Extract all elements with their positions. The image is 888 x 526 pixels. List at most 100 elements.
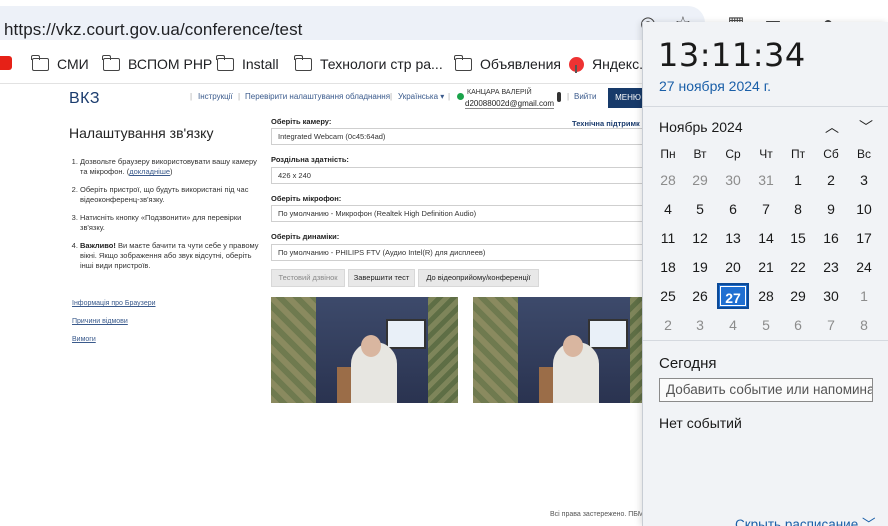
hide-schedule-label: Скрыть расписание	[735, 517, 859, 526]
calendar-day[interactable]: 7	[815, 312, 847, 338]
calendar-day[interactable]: 1	[848, 283, 880, 309]
step-text: )	[170, 167, 173, 176]
folder-icon	[454, 54, 472, 71]
requirements-link[interactable]: Вимоги	[72, 336, 96, 343]
calendar-day[interactable]: 6	[782, 312, 814, 338]
remote-video	[473, 297, 660, 403]
calendar-day[interactable]: 23	[815, 254, 847, 280]
current-date-link[interactable]: 27 ноября 2024 г.	[659, 78, 771, 94]
site-logo[interactable]: ВКЗ	[69, 90, 100, 108]
weekday-label: Вт	[693, 147, 707, 161]
calendar-day[interactable]: 12	[684, 225, 716, 251]
user-name: КАНЦАРА ВАЛЕРІЙ	[467, 89, 532, 96]
month-title[interactable]: Ноябрь 2024	[659, 119, 743, 135]
bookmark-label: СМИ	[57, 56, 89, 72]
yandex-icon	[569, 56, 584, 73]
calendar-day[interactable]: 11	[652, 225, 684, 251]
bookmark-smi[interactable]: СМИ	[31, 54, 89, 74]
calendar-day[interactable]: 31	[750, 167, 782, 193]
end-test-button[interactable]: Завершити тест	[348, 269, 415, 287]
user-email[interactable]: d20088002d@gmail.com	[465, 99, 555, 109]
step-3: Натисніть кнопку «Подзвонити» для переві…	[80, 213, 262, 233]
calendar-day[interactable]: 25	[652, 283, 684, 309]
weekday-label: Пн	[660, 147, 676, 161]
folder-icon	[216, 54, 234, 71]
calendar-day[interactable]: 5	[750, 312, 782, 338]
nav-instructions[interactable]: Інструкції	[198, 92, 233, 101]
weekday-label: Вс	[856, 147, 871, 161]
tech-support-link[interactable]: Технічна підтримк	[572, 119, 640, 128]
calendar-day[interactable]: 10	[848, 196, 880, 222]
microphone-select[interactable]: По умолчанию - Микрофон (Realtek High De…	[271, 205, 643, 222]
calendar-day[interactable]: 8	[848, 312, 880, 338]
calendar-day[interactable]: 26	[684, 283, 716, 309]
step-4: Важливо! Ви маєте бачити та чути себе у …	[80, 241, 262, 271]
browser-info-link[interactable]: Інформація про Браузери	[72, 300, 156, 307]
camera-select[interactable]: Integrated Webcam (0c45:64ad)	[271, 128, 643, 145]
calendar-day[interactable]: 28	[652, 167, 684, 193]
hide-schedule-link[interactable]: Скрыть расписание ﹀	[735, 513, 875, 526]
chevron-down-icon[interactable]: ﹀	[857, 117, 875, 135]
bookmark-tech[interactable]: Технологи стр ра...	[294, 54, 443, 74]
nav-check-equipment[interactable]: Перевірити налаштування обладнання	[245, 92, 390, 101]
calendar-day[interactable]: 2	[652, 312, 684, 338]
youtube-icon[interactable]	[0, 56, 12, 70]
calendar-day-today[interactable]: 27	[717, 283, 749, 309]
chevron-up-icon[interactable]: ︿	[823, 117, 841, 135]
calendar-day[interactable]: 30	[717, 167, 749, 193]
calendar-day[interactable]: 19	[684, 254, 716, 280]
calendar-day[interactable]: 24	[848, 254, 880, 280]
go-to-conference-button[interactable]: До відеоприйому/конференції	[418, 269, 539, 287]
calendar-day[interactable]: 3	[684, 312, 716, 338]
add-event-input[interactable]: Добавить событие или напомина	[659, 378, 873, 402]
more-info-link[interactable]: докладніше	[129, 167, 170, 176]
calendar-day[interactable]: 1	[782, 167, 814, 193]
calendar-day[interactable]: 4	[717, 312, 749, 338]
calendar-day[interactable]: 28	[750, 283, 782, 309]
nav-separator: |	[390, 92, 393, 101]
calendar-day[interactable]: 6	[717, 196, 749, 222]
divider	[643, 340, 888, 341]
calendar-day[interactable]: 4	[652, 196, 684, 222]
logout-link[interactable]: Вийти	[574, 92, 596, 101]
calendar-day[interactable]: 18	[652, 254, 684, 280]
online-status-icon	[457, 93, 464, 100]
calendar-day[interactable]: 17	[848, 225, 880, 251]
test-call-button[interactable]: Тестовий дзвінок	[271, 269, 345, 287]
nav-separator: |	[448, 92, 451, 101]
calendar-day[interactable]: 20	[717, 254, 749, 280]
calendar-day[interactable]: 9	[815, 196, 847, 222]
refusal-reasons-link[interactable]: Причини відмови	[72, 318, 128, 325]
calendar-day[interactable]: 3	[848, 167, 880, 193]
calendar-day[interactable]: 8	[782, 196, 814, 222]
calendar-day[interactable]: 5	[684, 196, 716, 222]
calendar-day[interactable]: 14	[750, 225, 782, 251]
calendar-day[interactable]: 22	[782, 254, 814, 280]
calendar-day[interactable]: 7	[750, 196, 782, 222]
calendar-day[interactable]: 15	[782, 225, 814, 251]
calendar-day[interactable]: 29	[684, 167, 716, 193]
page-title: Налаштування зв'язку	[69, 125, 214, 141]
bookmark-vspom-php[interactable]: ВСПОМ PHP	[102, 54, 212, 74]
resolution-select[interactable]: 426 x 240	[271, 167, 643, 184]
today-label: Сегодня	[659, 355, 717, 372]
address-bar[interactable]: https://vkz.court.gov.ua/conference/test	[0, 6, 705, 40]
calendar-day[interactable]: 30	[815, 283, 847, 309]
calendar-day[interactable]: 13	[717, 225, 749, 251]
weekday-label: Пт	[790, 147, 806, 161]
bookmark-ads[interactable]: Объявления	[454, 54, 561, 74]
folder-icon	[102, 54, 120, 71]
language-select[interactable]: Українська ▾	[398, 92, 444, 101]
bookmark-install[interactable]: Install	[216, 54, 279, 74]
calendar-day[interactable]: 21	[750, 254, 782, 280]
folder-icon	[294, 54, 312, 71]
microphone-icon[interactable]	[557, 92, 561, 102]
nav-separator: |	[190, 92, 193, 101]
calendar-day[interactable]: 2	[815, 167, 847, 193]
microphone-label: Оберіть мікрофон:	[271, 194, 342, 203]
calendar-day[interactable]: 29	[782, 283, 814, 309]
calendar-day[interactable]: 16	[815, 225, 847, 251]
speaker-select[interactable]: По умолчанию - PHILIPS FTV (Аудио Intel(…	[271, 244, 643, 261]
bookmark-yandex[interactable]: Яндекс.П	[569, 54, 653, 74]
url-text[interactable]: https://vkz.court.gov.ua/conference/test	[4, 20, 303, 40]
